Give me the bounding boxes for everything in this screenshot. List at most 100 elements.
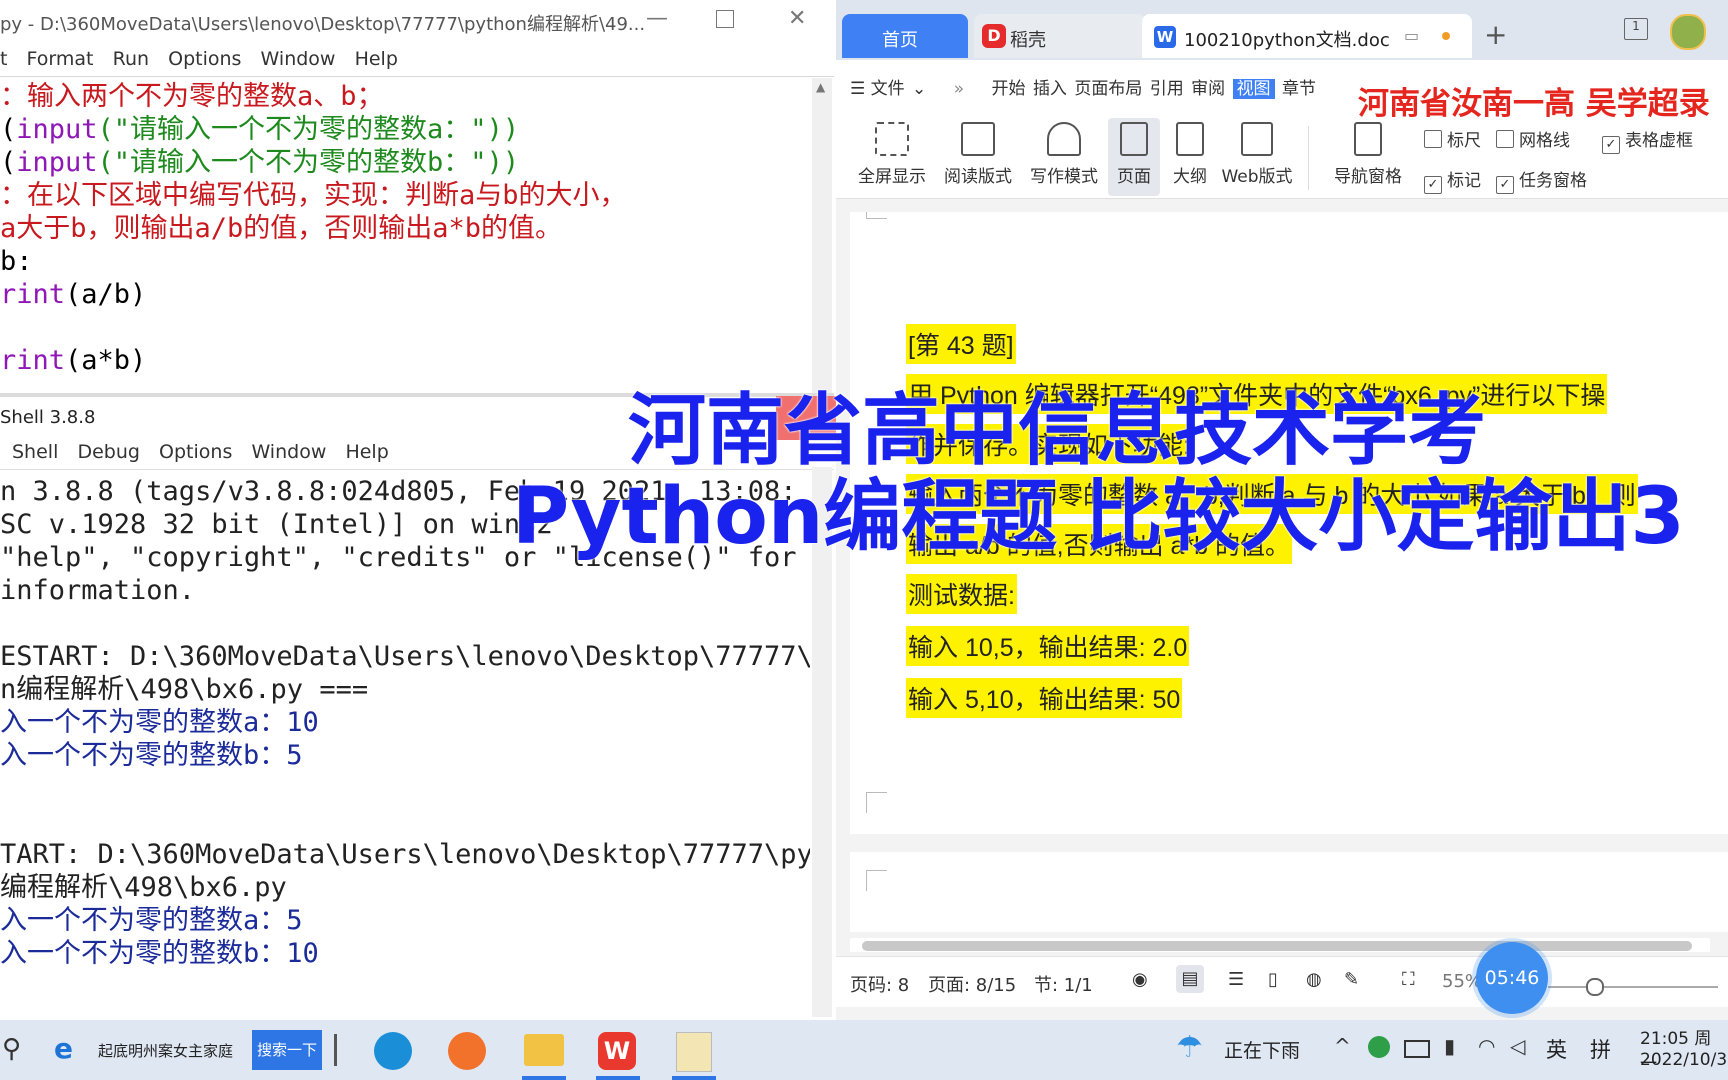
menu-item-help[interactable]: Help xyxy=(345,441,388,463)
page-view-label: 页面 xyxy=(1117,167,1151,187)
clock-date[interactable]: 2022/10/3 xyxy=(1640,1050,1727,1070)
page-number[interactable]: 页码: 8 xyxy=(850,971,909,997)
ribbon-tab-row: ☰ 文件 ⌄ » 开始 插入 页面布局 引用 审阅 视图 章节 xyxy=(850,74,1318,99)
close-icon[interactable]: ✕ xyxy=(788,6,806,31)
page-view-icon[interactable]: ▤ xyxy=(1176,965,1204,993)
pen-icon xyxy=(1047,122,1081,156)
tab-document[interactable]: W 100210python文档.doc ▭ xyxy=(1142,14,1472,58)
microphone-icon[interactable]: ▮ xyxy=(1444,1034,1455,1058)
reading-mode-button[interactable]: 阅读版式 xyxy=(940,122,1016,187)
book-icon[interactable]: ▯ xyxy=(1268,969,1278,990)
weather-text[interactable]: 正在下雨 xyxy=(1224,1036,1300,1063)
page-view-button[interactable]: 页面 xyxy=(1108,118,1160,196)
ruler-checkbox[interactable]: 标尺 xyxy=(1424,126,1481,151)
document-page-next[interactable] xyxy=(850,852,1728,932)
battery-icon[interactable] xyxy=(1404,1040,1430,1058)
umbrella-icon[interactable]: ☂ xyxy=(1176,1030,1203,1065)
ime-mode[interactable]: 拼 xyxy=(1590,1034,1611,1064)
menu-item-window[interactable]: Window xyxy=(261,48,336,70)
tab-daoke[interactable]: D 稻壳 xyxy=(974,14,1146,58)
ribbon-tab-view[interactable]: 视图 xyxy=(1232,79,1275,99)
code-comment: ：输入两个不为零的整数a、b； xyxy=(0,81,384,112)
tab-home[interactable]: 首页 xyxy=(842,14,968,58)
scroll-up-icon[interactable]: ▲ xyxy=(816,80,825,94)
volume-icon[interactable]: ◁ xyxy=(1510,1034,1525,1058)
menu-item-help[interactable]: Help xyxy=(355,48,398,70)
editor-title-bar[interactable]: py - D:\360MoveData\Users\lenovo\Desktop… xyxy=(0,0,834,44)
hamburger-icon[interactable]: ☰ xyxy=(850,79,871,99)
outline-button[interactable]: 大纲 xyxy=(1162,122,1218,187)
section-indicator[interactable]: 节: 1/1 xyxy=(1034,971,1093,997)
menu-item-shell[interactable]: Shell xyxy=(12,441,58,463)
code-text: b: xyxy=(0,246,33,277)
ribbon-tab-chapter[interactable]: 章节 xyxy=(1282,79,1316,99)
nav-pane-button[interactable]: 导航窗格 xyxy=(1318,122,1418,187)
zoom-slider[interactable] xyxy=(1548,986,1718,988)
page-count[interactable]: 页面: 8/15 xyxy=(928,971,1016,997)
new-tab-button[interactable]: + xyxy=(1484,18,1507,51)
outline-view-icon[interactable]: ☰ xyxy=(1228,969,1244,990)
fullscreen-button[interactable]: 全屏显示 xyxy=(854,122,930,187)
pen-icon[interactable]: ✎ xyxy=(1344,969,1359,990)
outline-icon xyxy=(1176,122,1204,156)
file-explorer-icon[interactable] xyxy=(524,1034,564,1066)
search-icon[interactable]: ⚲ xyxy=(2,1034,21,1064)
idle-editor-window: py - D:\360MoveData\Users\lenovo\Desktop… xyxy=(0,0,834,397)
window-count-icon[interactable]: 1 xyxy=(1624,18,1648,40)
task-pane-checkbox[interactable]: ✓ 任务窗格 xyxy=(1496,166,1587,194)
ribbon-tab-review[interactable]: 审阅 xyxy=(1191,79,1225,99)
scrollbar-thumb[interactable] xyxy=(862,941,1692,951)
writing-mode-button[interactable]: 写作模式 xyxy=(1026,122,1102,187)
wifi-icon[interactable]: ◠ xyxy=(1478,1034,1495,1058)
recording-timer[interactable]: 05:46 xyxy=(1476,942,1548,1014)
minimize-icon[interactable]: — xyxy=(646,6,668,31)
mark-checkbox[interactable]: ✓ 标记 xyxy=(1424,166,1481,194)
code-editor[interactable]: ：输入两个不为零的整数a、b； (input("请输入一个不为零的整数a："))… xyxy=(0,80,812,392)
menu-item-format[interactable]: Format xyxy=(27,48,94,70)
web-layout-button[interactable]: Web版式 xyxy=(1214,122,1300,187)
python-idle-icon[interactable] xyxy=(676,1032,712,1072)
ie-icon[interactable]: e xyxy=(54,1032,73,1065)
chevron-down-icon[interactable]: ⌄ xyxy=(907,79,926,99)
page-corner-mark xyxy=(866,870,887,891)
editor-scrollbar[interactable]: ▲ xyxy=(812,78,832,394)
wps-icon[interactable]: W xyxy=(598,1032,636,1070)
more-icon[interactable]: » xyxy=(954,79,964,99)
code-builtin: rint xyxy=(0,279,66,310)
editor-title: py - D:\360MoveData\Users\lenovo\Desktop… xyxy=(0,14,646,35)
ime-language[interactable]: 英 xyxy=(1546,1034,1567,1064)
fit-page-icon[interactable]: ⛶ xyxy=(1402,969,1415,990)
console-input-line: 入一个不为零的整数a：10 xyxy=(0,707,319,738)
menu-item-debug[interactable]: Debug xyxy=(77,441,139,463)
mark-label: 标记 xyxy=(1447,171,1481,191)
edge-icon[interactable] xyxy=(374,1032,412,1070)
ribbon-tab-start[interactable]: 开始 xyxy=(992,79,1026,99)
avatar[interactable] xyxy=(1670,14,1706,50)
globe-icon[interactable]: ◍ xyxy=(1306,969,1322,990)
chevron-up-icon[interactable]: ^ xyxy=(1334,1034,1351,1058)
gridlines-checkbox[interactable]: 网格线 xyxy=(1496,126,1570,151)
news-ticker[interactable]: 起底明州案女主家庭 xyxy=(98,1040,233,1061)
ribbon-tab-file[interactable]: 文件 xyxy=(871,79,905,99)
zoom-slider-handle[interactable] xyxy=(1586,978,1604,996)
menu-item-edit[interactable]: t xyxy=(0,48,7,70)
menu-item-window[interactable]: Window xyxy=(251,441,326,463)
code-text: ( xyxy=(0,147,17,178)
menu-item-options[interactable]: Options xyxy=(159,441,232,463)
monitor-icon[interactable]: ▭ xyxy=(1404,26,1419,45)
menu-item-options[interactable]: Options xyxy=(168,48,241,70)
ribbon-tab-references[interactable]: 引用 xyxy=(1150,79,1184,99)
firefox-icon[interactable] xyxy=(448,1032,486,1070)
tray-app-icon[interactable] xyxy=(1368,1036,1390,1058)
code-builtin: rint xyxy=(0,345,66,376)
search-button[interactable]: 搜索一下 xyxy=(252,1030,322,1070)
doc-paragraph: 测试数据: xyxy=(906,574,1017,614)
maximize-icon[interactable] xyxy=(716,10,734,28)
daoke-logo-icon: D xyxy=(982,24,1006,48)
menu-item-run[interactable]: Run xyxy=(113,48,149,70)
table-grid-checkbox[interactable]: ✓ 表格虚框 xyxy=(1602,126,1693,154)
horizontal-scrollbar[interactable] xyxy=(850,938,1710,952)
eye-icon[interactable]: ◉ xyxy=(1132,969,1148,990)
ribbon-tab-insert[interactable]: 插入 xyxy=(1033,79,1067,99)
ribbon-tab-layout[interactable]: 页面布局 xyxy=(1074,79,1142,99)
